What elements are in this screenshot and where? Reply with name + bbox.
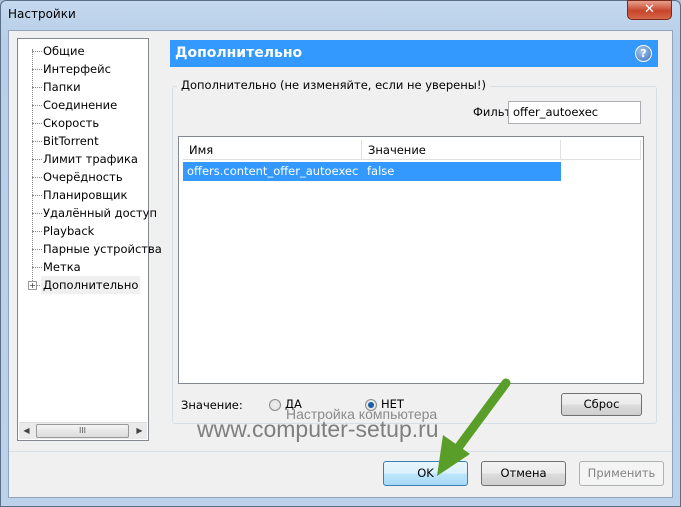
green-arrow-icon [437, 378, 511, 476]
